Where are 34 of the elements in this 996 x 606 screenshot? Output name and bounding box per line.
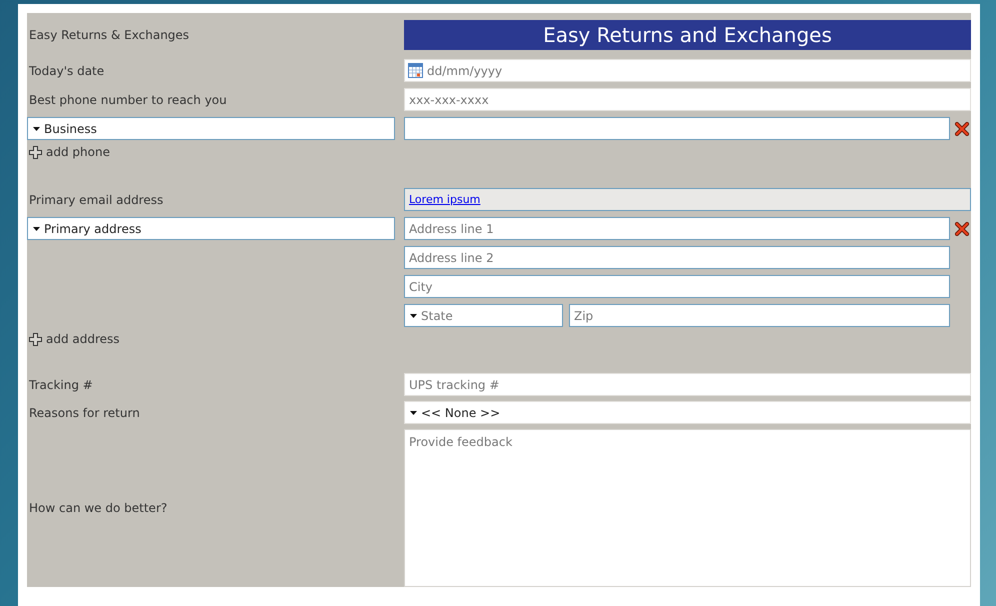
caret-icon xyxy=(410,314,417,318)
caret-icon xyxy=(410,410,417,414)
address-type-select[interactable]: Primary address xyxy=(27,217,395,240)
email-link[interactable]: Lorem ipsum xyxy=(409,193,480,206)
field-label: Reasons for return xyxy=(28,406,141,420)
phone-number-field[interactable] xyxy=(404,117,950,140)
email-field[interactable]: Lorem ipsum xyxy=(404,188,971,211)
plus-icon xyxy=(29,146,42,158)
address-line-field[interactable]: Address line 1 xyxy=(404,217,950,240)
city-field[interactable]: City xyxy=(404,275,950,298)
caret-icon xyxy=(33,226,40,230)
phone-field[interactable]: xxx-xxx-xxxx xyxy=(404,88,971,111)
caret-icon xyxy=(33,126,40,130)
plus-icon xyxy=(29,332,42,346)
form-title: Easy Returns and Exchanges xyxy=(404,20,971,50)
zip-field[interactable]: Zip xyxy=(569,304,950,327)
address-line-field[interactable]: Address line 2 xyxy=(404,246,950,269)
form-label: Easy Returns & Exchanges xyxy=(28,28,190,42)
state-select[interactable]: State xyxy=(404,304,563,327)
field-label: Tracking # xyxy=(28,378,94,392)
date-field[interactable]: dd/mm/yyyy xyxy=(404,59,971,82)
remove-icon[interactable] xyxy=(955,222,969,236)
field-label: Best phone number to reach you xyxy=(28,92,228,106)
add-address-link[interactable]: add address xyxy=(27,332,120,346)
tracking-field[interactable]: UPS tracking # xyxy=(404,373,971,396)
field-label: Today's date xyxy=(28,64,106,78)
field-label: Primary email address xyxy=(28,192,164,206)
add-phone-link[interactable]: add phone xyxy=(27,145,110,159)
field-label: How can we do better? xyxy=(28,501,168,515)
reason-select[interactable]: << None >> xyxy=(404,401,971,424)
remove-icon[interactable] xyxy=(955,122,969,136)
phone-type-select[interactable]: Business xyxy=(27,117,395,140)
feedback-field[interactable]: Provide feedback xyxy=(404,429,971,587)
calendar-icon[interactable] xyxy=(408,63,423,78)
